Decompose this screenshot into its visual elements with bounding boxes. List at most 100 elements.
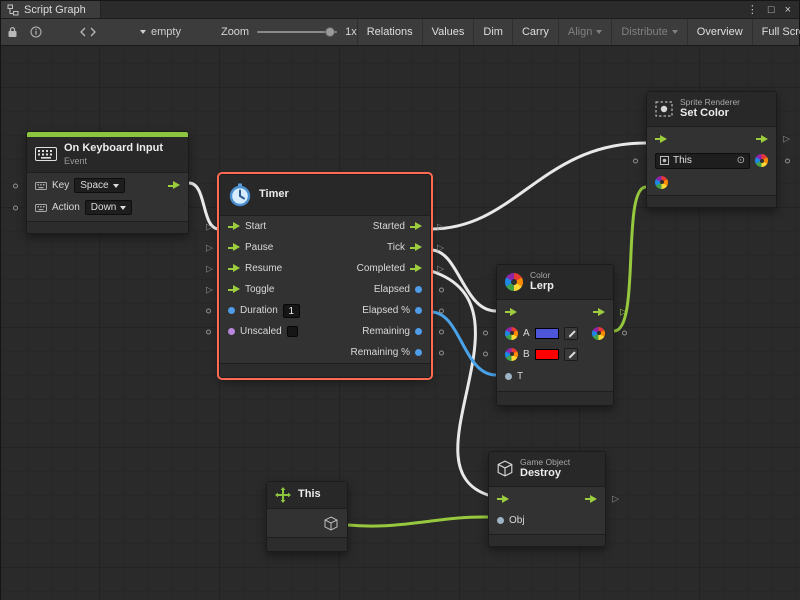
port-marker-circle[interactable] (439, 287, 444, 292)
b-color-in-port[interactable] (505, 348, 518, 361)
lerp-a-row: A (497, 323, 613, 344)
zoom-slider-handle[interactable] (325, 27, 335, 37)
remaining-out-port[interactable] (415, 328, 422, 335)
port-marker-triangle[interactable]: ▷ (437, 243, 444, 252)
toggle-flow-in-port[interactable] (228, 285, 240, 294)
code-icon[interactable] (74, 19, 102, 45)
wire-keyboard-to-timer-start[interactable] (189, 183, 219, 229)
window-maximize-icon[interactable]: □ (768, 4, 775, 16)
renderer-color-out-port[interactable] (755, 154, 768, 167)
graph-picker[interactable]: empty (136, 26, 181, 38)
window-menu-icon[interactable]: ⋮ (747, 3, 758, 16)
gameobject-out-port[interactable] (324, 516, 338, 531)
key-dropdown[interactable]: Space (74, 178, 124, 193)
node-this[interactable]: This (266, 481, 348, 552)
carry-button[interactable]: Carry (512, 19, 558, 45)
event-flow-out-port[interactable] (168, 181, 180, 190)
completed-flow-out-port[interactable] (410, 264, 422, 273)
tick-flow-out-port[interactable] (410, 243, 422, 252)
elapsed-pct-out-port[interactable] (415, 307, 422, 314)
t-in-port[interactable] (505, 373, 512, 380)
a-color-in-port[interactable] (505, 327, 518, 340)
wire-elapsed-pct-to-t[interactable] (431, 312, 496, 375)
tick-label: Tick (387, 242, 405, 253)
action-label: Action (52, 202, 80, 213)
port-marker-circle[interactable] (633, 158, 638, 163)
flow-out-port[interactable] (593, 308, 605, 317)
flow-in-port[interactable] (497, 495, 509, 504)
node-color-lerp[interactable]: Color Lerp ▷ A (496, 264, 614, 406)
node-title: Timer (259, 188, 289, 202)
wire-timer-started-to-setcolor[interactable] (431, 143, 646, 229)
node-set-color[interactable]: Sprite Renderer Set Color ▷ This ⊙ (646, 91, 777, 208)
duration-input[interactable]: 1 (283, 304, 300, 318)
obj-in-port[interactable] (497, 517, 504, 524)
info-icon[interactable] (24, 19, 48, 45)
port-marker-circle[interactable] (13, 205, 18, 210)
port-marker-triangle[interactable]: ▷ (437, 222, 444, 231)
lock-icon[interactable] (1, 19, 24, 45)
unscaled-in-port[interactable] (228, 328, 235, 335)
started-flow-out-port[interactable] (410, 222, 422, 231)
wire-timer-tick-to-lerp[interactable] (431, 250, 496, 311)
distribute-button[interactable]: Distribute (611, 19, 686, 45)
port-marker-circle[interactable] (785, 158, 790, 163)
port-marker-triangle[interactable]: ▷ (620, 308, 627, 317)
a-color-swatch[interactable] (535, 328, 559, 339)
port-marker-triangle[interactable]: ▷ (206, 285, 213, 294)
port-marker-circle[interactable] (13, 183, 18, 188)
target-label: This (673, 155, 692, 166)
eyedropper-icon[interactable] (564, 348, 578, 361)
window-close-icon[interactable]: × (785, 4, 791, 16)
values-button[interactable]: Values (422, 19, 474, 45)
tab-script-graph[interactable]: Script Graph (1, 1, 101, 18)
target-object-field[interactable]: This ⊙ (655, 153, 750, 169)
flow-in-port[interactable] (655, 135, 667, 144)
timer-row-pause-tick: ▷ Pause Tick ▷ (220, 237, 430, 258)
port-marker-triangle[interactable]: ▷ (437, 264, 444, 273)
elapsed-out-port[interactable] (415, 286, 422, 293)
b-color-swatch[interactable] (535, 349, 559, 360)
object-picker-icon[interactable]: ⊙ (737, 155, 745, 166)
port-marker-circle[interactable] (483, 331, 488, 336)
unscaled-checkbox[interactable] (287, 326, 298, 337)
port-marker-triangle[interactable]: ▷ (206, 222, 213, 231)
wire-this-to-destroy-obj[interactable] (348, 517, 488, 526)
overview-button[interactable]: Overview (687, 19, 752, 45)
zoom-slider[interactable] (257, 27, 337, 37)
port-marker-circle[interactable] (206, 308, 211, 313)
elapsed-label: Elapsed (374, 284, 410, 295)
port-marker-circle[interactable] (439, 308, 444, 313)
result-color-out-port[interactable] (592, 327, 605, 340)
eyedropper-icon[interactable] (564, 327, 578, 340)
start-flow-in-port[interactable] (228, 222, 240, 231)
flow-out-port[interactable] (585, 495, 597, 504)
port-marker-circle[interactable] (439, 350, 444, 355)
node-footer (647, 195, 776, 207)
port-marker-triangle[interactable]: ▷ (612, 495, 619, 504)
relations-button[interactable]: Relations (357, 19, 422, 45)
node-timer[interactable]: Timer ▷ Start Started ▷ ▷ Pause Ti (219, 174, 431, 378)
graph-canvas[interactable]: On Keyboard Input Event Key Space Action (1, 46, 800, 600)
port-marker-triangle[interactable]: ▷ (206, 243, 213, 252)
port-marker-circle[interactable] (206, 329, 211, 334)
pause-flow-in-port[interactable] (228, 243, 240, 252)
color-in-port[interactable] (655, 176, 668, 189)
align-button[interactable]: Align (558, 19, 611, 45)
action-dropdown[interactable]: Down (85, 200, 133, 215)
flow-out-port[interactable] (756, 135, 768, 144)
port-marker-circle[interactable] (622, 331, 627, 336)
flow-in-port[interactable] (505, 308, 517, 317)
node-on-keyboard-input[interactable]: On Keyboard Input Event Key Space Action (26, 131, 189, 234)
full-screen-button[interactable]: Full Screen (752, 19, 800, 45)
duration-in-port[interactable] (228, 307, 235, 314)
node-destroy[interactable]: Game Object Destroy ▷ Obj (488, 451, 606, 547)
port-marker-triangle[interactable]: ▷ (783, 135, 790, 144)
resume-flow-in-port[interactable] (228, 264, 240, 273)
port-marker-circle[interactable] (483, 352, 488, 357)
wire-lerp-to-setcolor-color[interactable] (614, 187, 646, 331)
port-marker-triangle[interactable]: ▷ (206, 264, 213, 273)
port-marker-circle[interactable] (439, 329, 444, 334)
remaining-pct-out-port[interactable] (415, 349, 422, 356)
dim-button[interactable]: Dim (473, 19, 512, 45)
